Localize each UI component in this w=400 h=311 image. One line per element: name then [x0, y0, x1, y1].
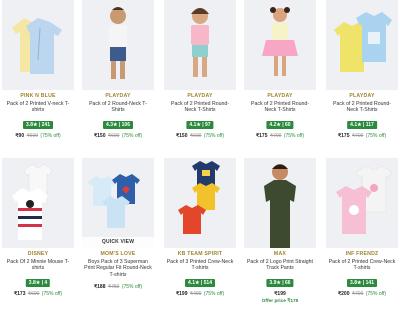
price: ₹150 — [175, 133, 188, 139]
mrp: ₹799 — [351, 291, 364, 297]
product-brand: PLAYDAY — [187, 93, 213, 99]
product-card[interactable]: MAX Pack of 2 Logo Print Straight Track … — [244, 158, 316, 308]
quick-view-button[interactable]: QUICK VIEW — [82, 237, 154, 248]
product-title[interactable]: Pack of 2 Logo Print Straight Track Pant… — [246, 259, 314, 272]
price-row: ₹199 — [246, 291, 314, 297]
price: ₹199 — [175, 291, 188, 297]
product-image[interactable] — [2, 0, 74, 90]
discount: (75% off) — [365, 133, 387, 139]
mrp: ₹700 — [269, 133, 282, 139]
product-card[interactable]: KB TEAM SPIRIT Pack of 3 Printed Crew-Ne… — [164, 158, 236, 308]
mrp: ₹600 — [107, 133, 120, 139]
mrp: ₹690 — [27, 291, 40, 297]
product-card[interactable]: INF FRENDZ Pack of 2 Printed Crew-Neck T… — [326, 158, 398, 308]
product-title[interactable]: Pack of 2 Printed Round-Neck T-Shirts — [246, 101, 314, 114]
product-title[interactable]: Pack of 2 Printed V-neck T-shirts — [4, 101, 72, 114]
product-brand: KB TEAM SPIRIT — [177, 251, 223, 257]
product-brand: MAX — [273, 251, 287, 257]
product-brand: MOM'S LOVE — [100, 251, 136, 257]
price: ₹175 — [337, 133, 350, 139]
product-brand: DISNEY — [27, 251, 49, 257]
product-title[interactable]: Pack of 2 Round-Neck T-Shirts — [84, 101, 152, 114]
price-row: ₹199 ₹499 (75% off) — [166, 291, 234, 297]
price-row: ₹150 ₹600 (75% off) — [166, 133, 234, 139]
offer-price: Offer price ₹175 — [261, 299, 299, 304]
product-image[interactable] — [82, 0, 154, 90]
product-image[interactable] — [326, 0, 398, 90]
product-card[interactable]: DISNEY Pack Of 2 Minnie Mouse T-shirts 3… — [2, 158, 74, 308]
product-brand: INF FRENDZ — [345, 251, 379, 257]
product-brand: PLAYDAY — [349, 93, 375, 99]
discount: (75% off) — [283, 133, 305, 139]
product-image[interactable] — [164, 158, 236, 248]
discount: (75% off) — [40, 133, 61, 139]
mrp: ₹499 — [189, 291, 202, 297]
product-card[interactable]: PINK N BLUE Pack of 2 Printed V-neck T-s… — [2, 0, 74, 150]
product-image[interactable] — [2, 158, 74, 248]
price-row: ₹173 ₹690 (75% off) — [4, 291, 72, 297]
product-title[interactable]: Pack of 2 Printed Round-Neck T-Shirts — [328, 101, 396, 114]
rating-badge: 3.8★ | 4 — [25, 279, 51, 287]
price: ₹200 — [337, 291, 350, 297]
product-brand: PLAYDAY — [105, 93, 131, 99]
product-card[interactable]: PLAYDAY Pack of 2 Round-Neck T-Shirts 4.… — [82, 0, 154, 150]
mrp: ₹600 — [26, 133, 39, 139]
discount: (75% off) — [121, 133, 143, 139]
price-row: ₹200 ₹799 (75% off) — [328, 291, 396, 297]
product-brand: PLAYDAY — [267, 93, 293, 99]
product-title[interactable]: Pack of 2 Printed Crew-Neck T-shirts — [328, 259, 396, 272]
rating-badge: 4.1★ | 117 — [347, 121, 377, 129]
price: ₹199 — [274, 291, 286, 297]
price-row: ₹188 ₹750 (75% off) — [84, 284, 152, 290]
mrp: ₹750 — [107, 284, 120, 290]
product-card[interactable]: PLAYDAY Pack of 2 Printed Round-Neck T-S… — [326, 0, 398, 150]
discount: (75% off) — [365, 291, 387, 297]
product-card[interactable]: PLAYDAY Pack of 2 Printed Round-Neck T-S… — [164, 0, 236, 150]
price-row: ₹150 ₹600 (75% off) — [84, 133, 152, 139]
discount: (75% off) — [203, 291, 225, 297]
product-image[interactable] — [244, 0, 316, 90]
discount: (75% off) — [41, 291, 63, 297]
price-row: ₹175 ₹700 (75% off) — [246, 133, 314, 139]
product-grid: PINK N BLUE Pack of 2 Printed V-neck T-s… — [0, 0, 400, 311]
product-card[interactable]: PLAYDAY Pack of 2 Printed Round-Neck T-S… — [244, 0, 316, 150]
product-title[interactable]: Pack of 3 Printed Crew-Neck T-shirts — [166, 259, 234, 272]
product-image[interactable] — [326, 158, 398, 248]
price: ₹175 — [255, 133, 268, 139]
rating-badge: 4.1★ | 514 — [185, 279, 215, 287]
rating-badge: 3.8★ | 241 — [23, 121, 53, 129]
rating-badge: 3.9★ | 66 — [266, 279, 294, 287]
product-card[interactable]: QUICK VIEW MOM'S LOVE Boys Pack of 3 Sup… — [82, 158, 154, 308]
product-image[interactable]: QUICK VIEW — [82, 158, 154, 248]
rating-badge: 4.3★ | 106 — [103, 121, 133, 129]
product-image[interactable] — [244, 158, 316, 248]
price: ₹173 — [13, 291, 26, 297]
rating-badge: 4.1★ | 97 — [186, 121, 214, 129]
product-title[interactable]: Boys Pack of 3 Superman Print Regular Fi… — [84, 259, 152, 278]
product-title[interactable]: Pack Of 2 Minnie Mouse T-shirts — [4, 259, 72, 272]
price: ₹188 — [93, 284, 106, 290]
discount: (75% off) — [203, 133, 225, 139]
price-row: ₹90 ₹600 (75% off) — [4, 133, 72, 139]
product-image[interactable] — [164, 0, 236, 90]
mrp: ₹700 — [351, 133, 364, 139]
discount: (75% off) — [121, 284, 143, 290]
product-brand: PINK N BLUE — [20, 93, 56, 99]
product-title[interactable]: Pack of 2 Printed Round-Neck T-Shirts — [166, 101, 234, 114]
rating-badge: 3.8★ | 141 — [347, 279, 377, 287]
mrp: ₹600 — [189, 133, 202, 139]
rating-badge: 4.2★ | 60 — [266, 121, 294, 129]
price-row: ₹175 ₹700 (75% off) — [328, 133, 396, 139]
price: ₹150 — [93, 133, 106, 139]
price: ₹90 — [15, 133, 25, 139]
